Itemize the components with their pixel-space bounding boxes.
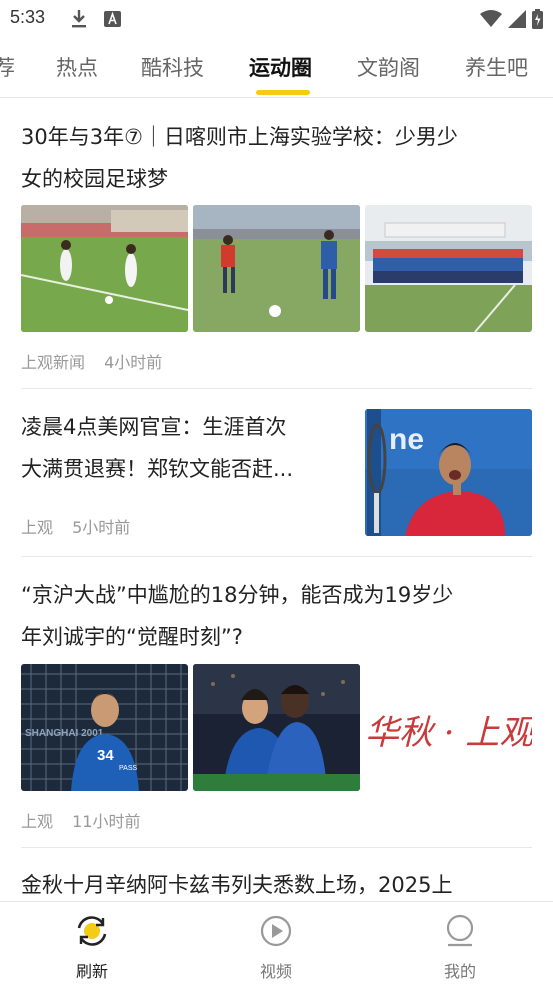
article-card[interactable]: 30年与3年⑦｜日喀则市上海实验学校：少男少 女的校园足球梦 (21, 116, 532, 200)
article-source: 上观 (21, 812, 54, 831)
news-feed[interactable]: 30年与3年⑦｜日喀则市上海实验学校：少男少 女的校园足球梦 上观新闻 4小时前… (0, 99, 553, 901)
article-thumbnail[interactable] (21, 205, 188, 332)
article-meta: 上观 11小时前 (21, 808, 140, 832)
article-thumbnail[interactable] (365, 205, 532, 332)
wifi-icon (480, 10, 502, 27)
video-play-icon (260, 915, 292, 947)
status-time: 5:33 (10, 7, 46, 27)
article-card[interactable]: 金秋十月辛纳阿卡兹韦列夫悉数上场，2025上 (21, 864, 532, 901)
profile-icon (446, 914, 474, 947)
channel-tabs: 荐 热点 酷科技 运动圈 文韵阁 养生吧 (0, 40, 553, 98)
svg-text:ne: ne (389, 423, 424, 456)
nav-profile-label: 我的 (443, 962, 476, 981)
article-title-line: 年刘诚宇的“觉醒时刻”? (21, 625, 243, 649)
nav-refresh[interactable]: 刷新 (52, 914, 132, 982)
feed-divider (21, 556, 532, 557)
status-icons (480, 9, 543, 29)
article-title-line: 30年与3年⑦｜日喀则市上海实验学校：少男少 (21, 125, 458, 149)
article-card[interactable]: 凌晨4点美网官宣：生涯首次 大满贯退赛！郑钦文能否赶... (21, 406, 341, 490)
nav-video-label: 视频 (259, 962, 292, 981)
article-card[interactable]: “京沪大战”中尴尬的18分钟，能否成为19岁少 年刘诚宇的“觉醒时刻”? (21, 574, 532, 658)
article-title-line: 金秋十月辛纳阿卡兹韦列夫悉数上场，2025上 (21, 873, 453, 897)
article-time: 11小时前 (72, 812, 141, 831)
font-icon (104, 11, 121, 27)
article-source: 上观 (21, 518, 54, 537)
feed-divider (21, 847, 532, 848)
nav-profile[interactable]: 我的 (420, 914, 500, 982)
nav-refresh-label: 刷新 (75, 962, 108, 981)
article-meta: 上观新闻 4小时前 (21, 349, 162, 373)
tab-hot[interactable]: 热点 (56, 52, 98, 82)
article-thumbnail[interactable]: 华秋 · 上观 (365, 664, 532, 791)
tab-sports[interactable]: 运动圈 (249, 52, 312, 82)
feed-divider (21, 388, 532, 389)
active-tab-indicator (256, 90, 310, 95)
article-thumbnail[interactable]: ne (365, 409, 532, 536)
jersey-sponsor: PASS (119, 765, 137, 772)
article-source: 上观新闻 (21, 353, 86, 372)
nav-video[interactable]: 视频 (236, 914, 316, 982)
article-title-line: 女的校园足球梦 (21, 167, 168, 191)
article-meta: 上观 5小时前 (21, 514, 130, 538)
article-time: 4小时前 (104, 353, 163, 372)
article-title-line: 凌晨4点美网官宣：生涯首次 (21, 415, 287, 439)
refresh-icon (77, 916, 107, 946)
article-thumbnail[interactable] (193, 664, 360, 791)
jersey-number: 34 (97, 747, 114, 764)
tab-health[interactable]: 养生吧 (465, 52, 528, 82)
article-thumbnail[interactable] (193, 205, 360, 332)
battery-icon (532, 9, 543, 29)
bottom-navigation: 刷新 视频 我的 (0, 901, 553, 984)
download-icon (72, 10, 86, 28)
signal-icon (508, 10, 526, 28)
tab-tech[interactable]: 酷科技 (141, 52, 204, 82)
tab-culture[interactable]: 文韵阁 (357, 52, 420, 82)
article-thumbnail[interactable]: SHANGHAI 2001 34 PASS (21, 664, 188, 791)
tab-recommend[interactable]: 荐 (0, 52, 15, 82)
article-title-line: “京沪大战”中尴尬的18分钟，能否成为19岁少 (21, 583, 454, 607)
background-text: SHANGHAI 2001 (25, 728, 104, 739)
article-title-line: 大满贯退赛！郑钦文能否赶... (21, 457, 294, 481)
status-bar: 5:33 (0, 0, 553, 38)
article-time: 5小时前 (72, 518, 131, 537)
brand-banner-text: 华秋 · 上观 (365, 713, 532, 753)
